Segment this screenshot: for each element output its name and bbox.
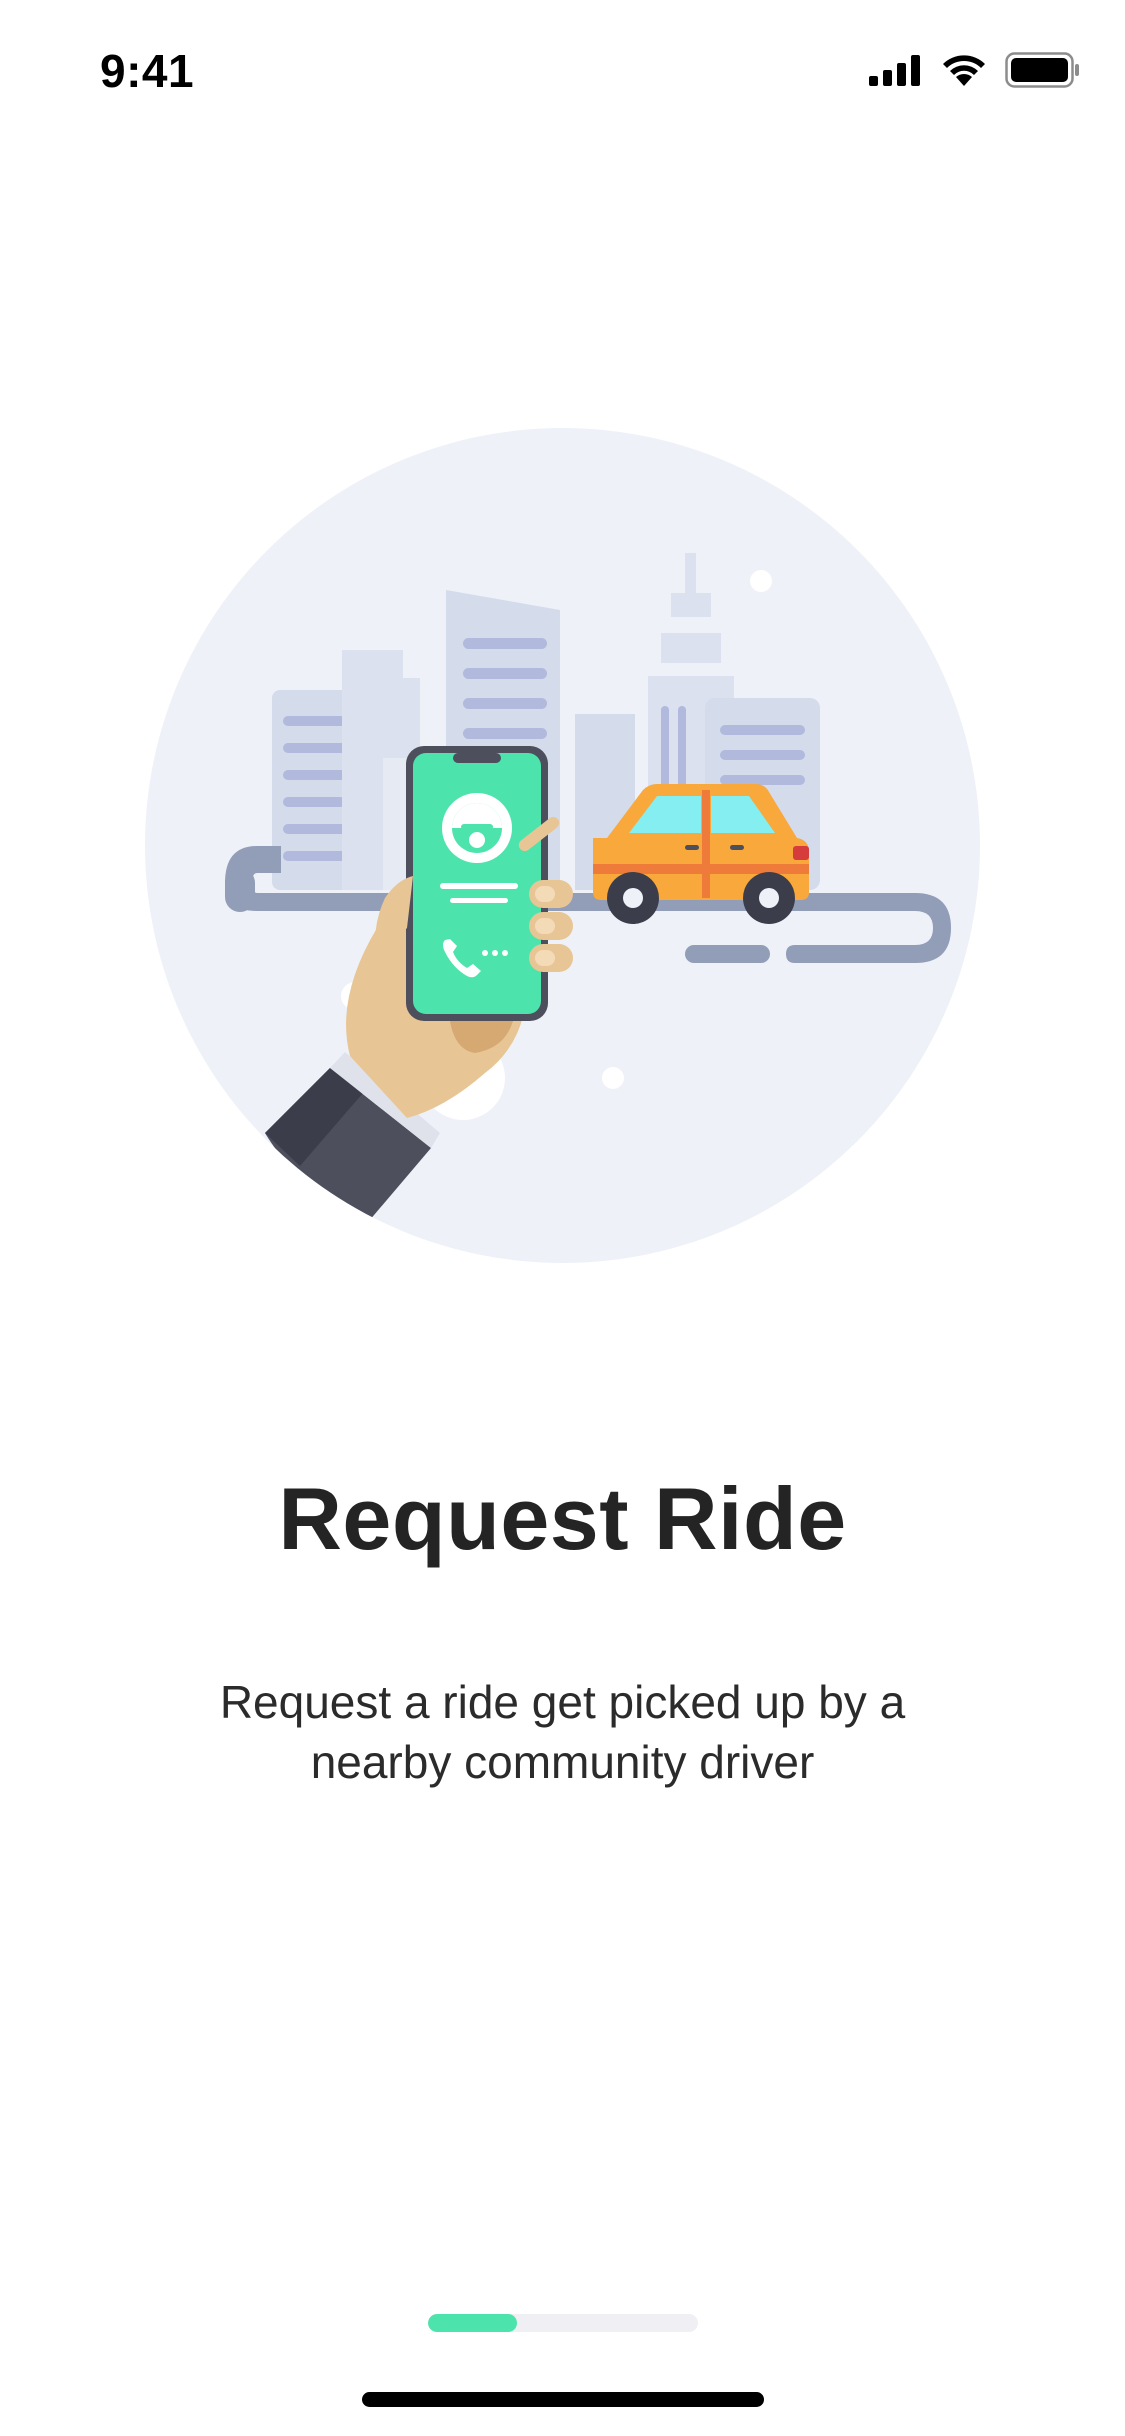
cellular-signal-icon [869, 54, 923, 86]
status-bar: 9:41 [0, 0, 1125, 132]
page-indicator[interactable] [428, 2314, 698, 2332]
battery-icon [1005, 52, 1081, 88]
onboarding-screen: 9:41 Request Ride Request a ride get pic… [0, 0, 1125, 2436]
status-icons [869, 50, 1081, 90]
onboarding-illustration [145, 428, 980, 1263]
onboarding-description: Request a ride get picked up by a nearby… [219, 1676, 906, 1788]
page-indicator-progress [428, 2314, 517, 2332]
home-indicator[interactable] [362, 2392, 764, 2407]
wifi-icon [941, 53, 987, 87]
status-time: 9:41 [100, 45, 195, 97]
onboarding-title: Request Ride [278, 1469, 847, 1568]
